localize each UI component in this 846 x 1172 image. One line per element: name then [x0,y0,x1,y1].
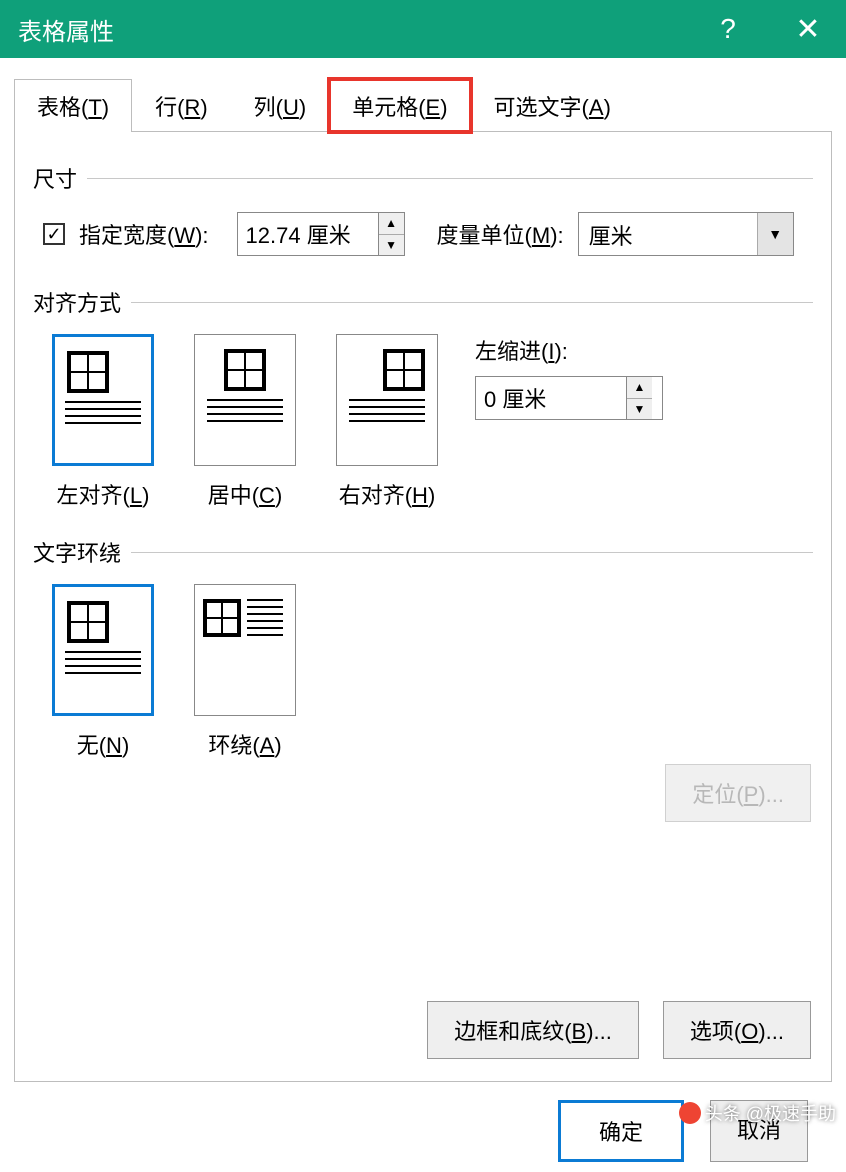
close-icon[interactable]: ✕ [788,12,828,47]
locate-button: 定位(P)... [665,764,811,822]
align-group-text: 对齐方式 [33,286,121,318]
indent-label: 左缩进(I): [475,334,663,366]
chevron-down-icon[interactable]: ▼ [757,213,793,255]
unit-label: 度量单位(M): [437,218,564,250]
align-center-label: 居中(C) [208,478,283,510]
spinner-up-icon[interactable]: ▲ [627,377,652,399]
wrap-none-label: 无(N) [77,728,130,760]
align-left-label: 左对齐(L) [57,478,150,510]
titlebar: 表格属性 ? ✕ [0,0,846,58]
dialog-title: 表格属性 [18,12,114,47]
align-right-option[interactable]: 右对齐(H) [327,334,447,510]
spinner-down-icon[interactable]: ▼ [379,235,404,256]
table-icon [67,601,109,643]
unit-select[interactable]: 厘米 ▼ [578,212,794,256]
table-icon [203,599,241,637]
align-group-label: 对齐方式 [33,286,813,318]
divider [87,178,813,179]
divider [131,302,813,303]
tab-bar: 表格(T) 行(R) 列(U) 单元格(E) 可选文字(A) [14,82,832,132]
options-button[interactable]: 选项(O)... [663,1001,811,1059]
borders-shading-button[interactable]: 边框和底纹(B)... [427,1001,639,1059]
window-controls: ? ✕ [708,12,828,47]
tab-cell[interactable]: 单元格(E) [329,79,470,132]
tab-panel: 尺寸 ✓ 指定宽度(W): ▲ ▼ 度量单位(M): 厘米 ▼ 对齐方式 [14,132,832,1082]
align-left-option[interactable]: 左对齐(L) [43,334,163,510]
size-group-label: 尺寸 [33,162,813,194]
tab-column[interactable]: 列(U) [231,79,330,132]
indent-spinner[interactable]: ▲ ▼ [475,376,663,420]
wrap-around-label: 环绕(A) [208,728,281,760]
width-spinner[interactable]: ▲ ▼ [237,212,405,256]
size-group-text: 尺寸 [33,162,77,194]
spinner-down-icon[interactable]: ▼ [627,399,652,420]
table-icon [224,349,266,391]
indent-input[interactable] [476,377,626,419]
wrap-none-option[interactable]: 无(N) [43,584,163,760]
watermark-logo-icon [679,1102,701,1124]
tab-alttext[interactable]: 可选文字(A) [471,79,634,132]
specify-width-label: 指定宽度(W): [79,218,209,250]
help-icon[interactable]: ? [708,13,748,45]
specify-width-checkbox[interactable]: ✓ [43,223,65,245]
tab-row[interactable]: 行(R) [132,79,231,132]
align-center-option[interactable]: 居中(C) [185,334,305,510]
watermark: 头条 @极速手助 [679,1100,836,1126]
watermark-text: 头条 @极速手助 [705,1100,836,1126]
align-right-label: 右对齐(H) [339,478,436,510]
wrap-group-text: 文字环绕 [33,536,121,568]
wrap-around-option[interactable]: 环绕(A) [185,584,305,760]
table-icon [67,351,109,393]
tab-table[interactable]: 表格(T) [14,79,132,132]
unit-value: 厘米 [579,213,757,255]
divider [131,552,813,553]
width-input[interactable] [238,213,378,255]
table-icon [383,349,425,391]
spinner-up-icon[interactable]: ▲ [379,213,404,235]
wrap-group-label: 文字环绕 [33,536,813,568]
ok-button[interactable]: 确定 [558,1100,684,1162]
